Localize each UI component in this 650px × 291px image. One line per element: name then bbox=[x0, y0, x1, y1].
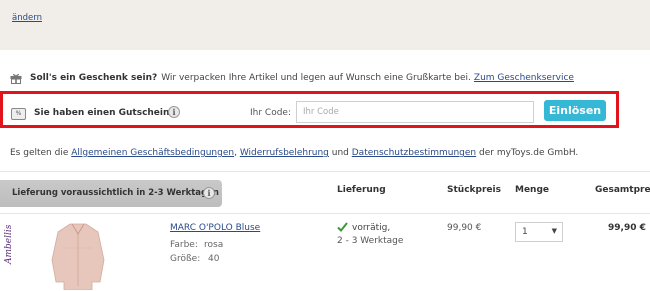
product-image[interactable] bbox=[48, 220, 108, 290]
unit-price: 99,90 € bbox=[447, 223, 482, 233]
delivery-info-icon[interactable]: i bbox=[203, 187, 215, 199]
divider bbox=[0, 171, 650, 172]
chevron-down-icon: ▼ bbox=[551, 227, 557, 235]
gift-title: Soll's ein Geschenk sein? bbox=[30, 73, 158, 83]
gift-service-row: Soll's ein Geschenk sein? Wir verpacken … bbox=[10, 71, 574, 85]
checkmark-icon bbox=[337, 222, 348, 232]
product-color: Farbe: rosa bbox=[170, 240, 223, 250]
voucher-code-input[interactable] bbox=[296, 101, 534, 123]
size-label: Größe: bbox=[170, 254, 201, 264]
gift-text: Wir verpacken Ihre Artikel und legen auf… bbox=[161, 73, 471, 83]
legal-suffix: der myToys.de GmbH. bbox=[476, 148, 579, 158]
voucher-percent-icon: % bbox=[11, 108, 26, 120]
product-name-link[interactable]: MARC O'POLO Bluse bbox=[170, 223, 260, 233]
column-delivery: Lieferung bbox=[337, 185, 386, 195]
column-unit-price: Stückpreis bbox=[447, 185, 501, 195]
widerruf-link[interactable]: Widerrufsbelehrung bbox=[240, 148, 329, 158]
address-panel: ändern bbox=[0, 0, 650, 50]
quantity-select[interactable]: 1 ▼ bbox=[515, 222, 563, 242]
stock-status: vorrätig, bbox=[352, 223, 391, 233]
gift-icon bbox=[10, 73, 22, 84]
gift-service-link[interactable]: Zum Geschenkservice bbox=[474, 73, 574, 83]
change-link[interactable]: ändern bbox=[12, 13, 42, 23]
brand-logo: Ambellis bbox=[4, 224, 14, 264]
voucher-info-icon[interactable]: i bbox=[168, 106, 180, 118]
delivery-estimate-label: Lieferung voraussichtlich in 2-3 Werktag… bbox=[12, 188, 219, 198]
voucher-question: Sie haben einen Gutschein? bbox=[34, 108, 175, 118]
column-quantity: Menge bbox=[515, 185, 550, 195]
color-label: Farbe: bbox=[170, 240, 198, 250]
redeem-button[interactable]: Einlösen bbox=[544, 100, 606, 121]
agb-link[interactable]: Allgemeinen Geschäftsbedingungen bbox=[71, 148, 234, 158]
datenschutz-link[interactable]: Datenschutzbestimmungen bbox=[352, 148, 476, 158]
column-total: Gesamtpreis bbox=[595, 185, 650, 195]
color-value: rosa bbox=[204, 240, 224, 250]
quantity-value: 1 bbox=[522, 227, 528, 237]
voucher-code-label: Ihr Code: bbox=[250, 108, 291, 118]
legal-prefix: Es gelten die bbox=[10, 148, 72, 158]
divider bbox=[0, 213, 650, 214]
legal-sep-2: und bbox=[328, 148, 352, 158]
legal-notice: Es gelten die Allgemeinen Geschäftsbedin… bbox=[10, 148, 578, 158]
product-size: Größe: 40 bbox=[170, 254, 219, 264]
size-value: 40 bbox=[208, 254, 220, 264]
delivery-estimate-tab: Lieferung voraussichtlich in 2-3 Werktag… bbox=[0, 180, 222, 207]
total-price: 99,90 € bbox=[608, 223, 646, 233]
delivery-time: 2 - 3 Werktage bbox=[337, 236, 404, 246]
